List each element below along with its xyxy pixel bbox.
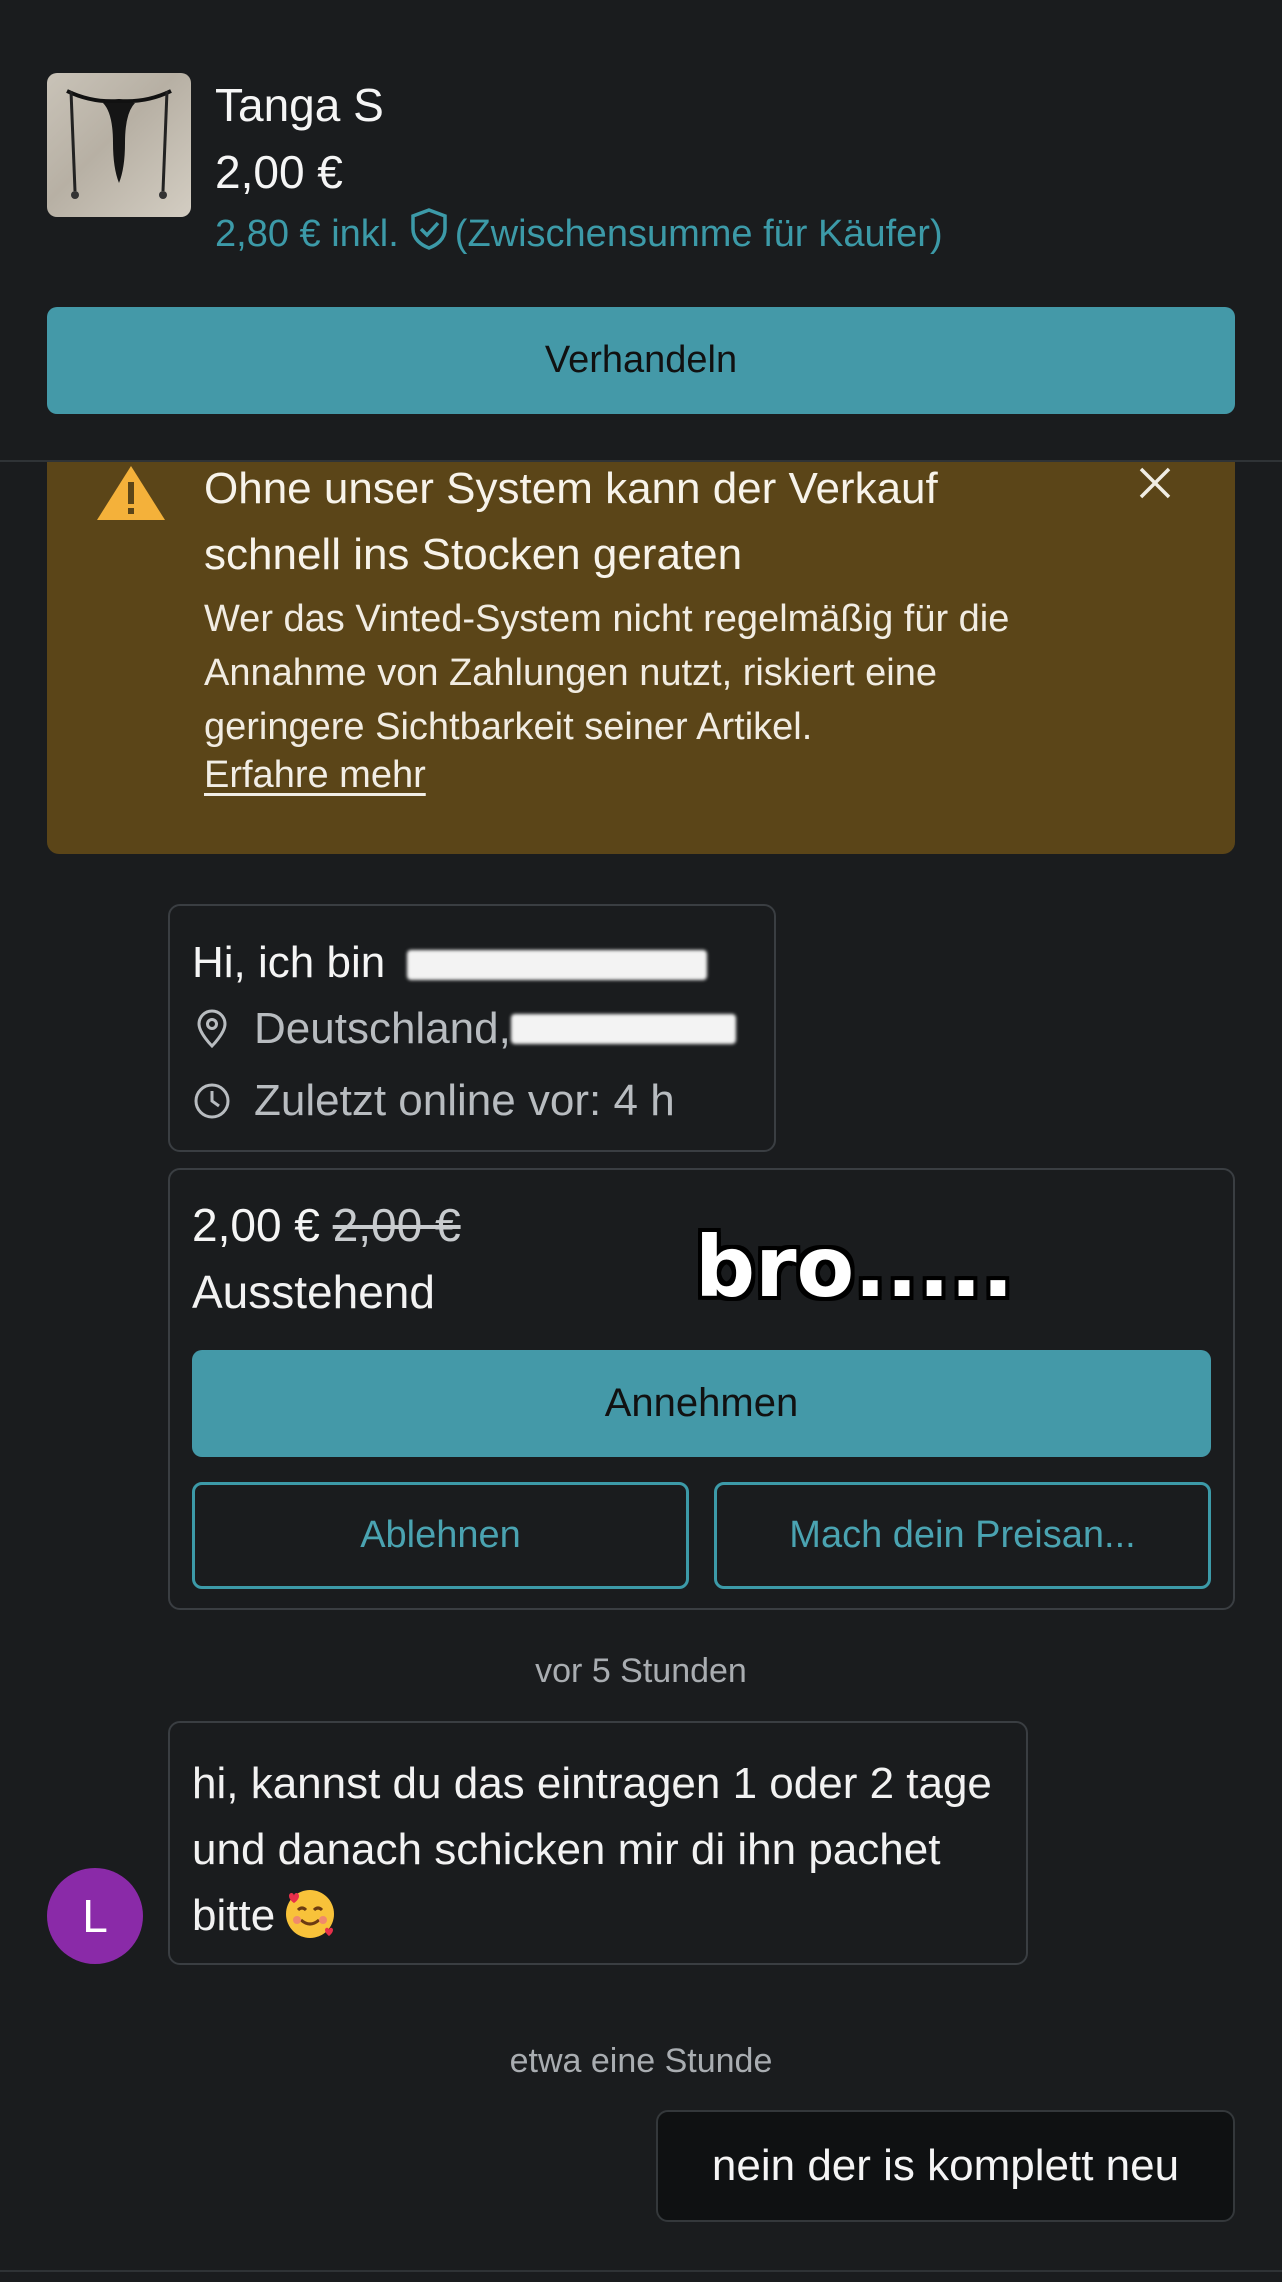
redacted-city [510,1014,736,1044]
item-title: Tanga S [215,79,384,131]
buyer-price-note: (Zwischensumme für Käufer) [454,212,943,255]
decline-button[interactable]: Ablehnen [192,1482,689,1589]
seller-last-online: Zuletzt online vor: 4 h [192,1076,675,1126]
redacted-username [407,950,708,981]
warning-banner: Ohne unser System kann der Verkauf schne… [47,462,1235,854]
buyer-price: 2,80 € inkl. [215,212,399,255]
overlay-caption: bro..... [695,1218,1014,1316]
counter-offer-button[interactable]: Mach dein Preisan... [714,1482,1211,1589]
offer-price-line: 2,00 € 2,00 € [192,1198,461,1252]
offer-price: 2,00 € [192,1199,320,1251]
location-text: Deutschland, [254,1004,511,1053]
offer-card: 2,00 € 2,00 € Ausstehend bro..... Annehm… [168,1168,1235,1610]
original-price: 2,00 € [332,1199,461,1251]
accept-button[interactable]: Annehmen [192,1350,1211,1457]
incoming-message: hi, kannst du das eintragen 1 oder 2 tag… [168,1721,1028,1965]
message-timestamp: etwa eine Stunde [509,2042,773,2080]
banner-title: Ohne unser System kann der Verkauf schne… [204,464,938,579]
negotiate-button[interactable]: Verhandeln [47,307,1235,414]
seller-location: Deutschland, [192,1004,736,1054]
item-header: Tanga S 2,00 € 2,80 € inkl. (Zwischensum… [0,0,1282,460]
seller-intro-text: Hi, ich bin [192,938,386,987]
outgoing-message: nein der is komplett neu [656,2110,1235,2222]
item-price: 2,00 € [215,146,343,198]
warning-icon [95,462,167,527]
location-pin-icon [192,1009,232,1049]
bottom-divider [0,2270,1282,2272]
close-icon[interactable] [1137,462,1173,508]
offer-status: Ausstehend [192,1266,435,1318]
seller-intro: Hi, ich bin [192,938,708,988]
shield-check-icon [409,207,449,261]
learn-more-link[interactable]: Erfahre mehr [204,754,426,797]
message-timestamp: vor 5 Stunden [535,1652,747,1690]
seller-info-card: Hi, ich bin Deutschland, Zuletzt online … [168,904,776,1152]
item-thumbnail[interactable] [47,73,191,217]
clock-icon [192,1081,232,1121]
buyer-price-line[interactable]: 2,80 € inkl. (Zwischensumme für Käufer) [215,207,943,261]
banner-text: Wer das Vinted-System nicht regelmäßig f… [204,598,1010,748]
smiling-face-with-hearts-icon [281,1884,339,1942]
last-online-text: Zuletzt online vor: 4 h [254,1076,675,1125]
avatar[interactable]: L [47,1868,143,1964]
